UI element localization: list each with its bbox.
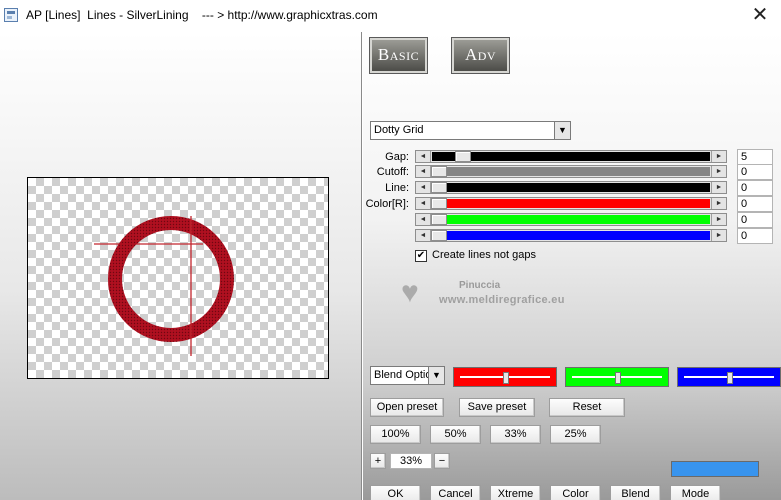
slider-value-field[interactable]: 0 [737,212,773,228]
chevron-down-icon[interactable]: ▼ [554,122,570,139]
blend-button[interactable]: Blend [610,485,661,500]
reset-button[interactable]: Reset [549,398,625,417]
slider-thumb[interactable] [503,372,509,384]
slider-thumb[interactable] [431,198,447,209]
create-lines-checkbox[interactable]: ✔ [415,250,427,262]
arrow-right-icon[interactable]: ► [711,198,726,209]
cancel-button[interactable]: Cancel [430,485,481,500]
slider-fill [447,231,710,240]
slider-track[interactable]: ◄ ► [415,213,727,226]
zoom-50-button[interactable]: 50% [430,425,481,444]
slider-thumb[interactable] [727,372,733,384]
create-lines-label: Create lines not gaps [432,249,536,261]
arrow-right-icon[interactable]: ► [711,214,726,225]
slider-track[interactable]: ◄ ► [415,197,727,210]
ring-dots [108,216,234,342]
xtreme-button[interactable]: Xtreme [490,485,541,500]
close-button[interactable]: ✕ [745,2,775,28]
basic-tab-button[interactable]: Basic [370,38,427,73]
slider-fill [447,199,710,208]
title-bar: AP [Lines] Lines - SilverLining --- > ht… [0,0,781,32]
slider-thumb[interactable] [431,182,447,193]
blend-green-slider[interactable] [565,367,669,387]
arrow-left-icon[interactable]: ◄ [416,166,431,177]
arrow-right-icon[interactable]: ► [711,182,726,193]
mode-button[interactable]: Mode [670,485,721,500]
save-preset-button[interactable]: Save preset [459,398,535,417]
heart-icon: ♥ [401,276,419,309]
slider-track[interactable]: ◄ ► [415,181,727,194]
slider-label: Color[R]: [365,198,409,210]
chevron-down-icon[interactable]: ▼ [428,367,444,384]
zoom-25-button[interactable]: 25% [550,425,601,444]
slider-fill [447,215,710,224]
arrow-left-icon[interactable]: ◄ [416,230,431,241]
slider-thumb[interactable] [431,230,447,241]
slider-thumb[interactable] [455,151,471,162]
slider-thumb[interactable] [431,166,447,177]
color-swatch[interactable] [671,461,759,477]
open-preset-button[interactable]: Open preset [370,398,444,417]
watermark: ♥ Pinuccia www.meldiregrafice.eu [399,274,629,324]
settings-panel: Basic Adv Dotty Grid ▼ Gap: ◄ ► 5 Cutoff: ◄ ► 0… [363,32,781,500]
zoom-33-button[interactable]: 33% [490,425,541,444]
arrow-left-icon[interactable]: ◄ [416,198,431,209]
adv-tab-button[interactable]: Adv [452,38,509,73]
slider-value-field[interactable]: 0 [737,228,773,244]
slider-fill [432,152,455,161]
slider-value-field[interactable]: 0 [737,196,773,212]
zoom-out-button[interactable]: − [434,453,450,469]
slider-fill [447,167,710,176]
arrow-left-icon[interactable]: ◄ [416,151,431,162]
blend-options-select[interactable]: Blend Optio ▼ [370,366,445,385]
slider-fill [447,183,710,192]
slider-label: Gap: [385,151,409,163]
zoom-value-field[interactable]: 33% [390,453,432,469]
slider-track[interactable]: ◄ ► [415,165,727,178]
arrow-right-icon[interactable]: ► [711,230,726,241]
slider-label: Cutoff: [376,166,409,178]
slider-track[interactable]: ◄ ► [415,150,727,163]
color-button[interactable]: Color [550,485,601,500]
slider-value-field[interactable]: 5 [737,149,773,165]
watermark-url: www.meldiregrafice.eu [439,294,565,306]
arrow-right-icon[interactable]: ► [711,166,726,177]
slider-track[interactable]: ◄ ► [415,229,727,242]
blend-options-value: Blend Optio [374,369,432,381]
arrow-left-icon[interactable]: ◄ [416,182,431,193]
arrow-right-icon[interactable]: ► [711,151,726,162]
slider-value-field[interactable]: 0 [737,164,773,180]
zoom-in-button[interactable]: + [370,453,386,469]
slider-thumb[interactable] [431,214,447,225]
mode-select-value: Dotty Grid [374,124,424,136]
blend-blue-slider[interactable] [677,367,781,387]
mode-select[interactable]: Dotty Grid ▼ [370,121,571,140]
slider-label: Line: [385,182,409,194]
slider-fill [471,152,710,161]
arrow-left-icon[interactable]: ◄ [416,214,431,225]
watermark-name: Pinuccia [459,280,501,291]
slider-value-field[interactable]: 0 [737,180,773,196]
preview-image [94,216,234,356]
app-icon [4,8,18,22]
blend-red-slider[interactable] [453,367,557,387]
window-title: AP [Lines] Lines - SilverLining --- > ht… [26,8,378,22]
ok-button[interactable]: OK [370,485,421,500]
zoom-100-button[interactable]: 100% [370,425,421,444]
slider-thumb[interactable] [615,372,621,384]
preview-area [0,32,362,500]
preview-canvas [27,177,329,379]
